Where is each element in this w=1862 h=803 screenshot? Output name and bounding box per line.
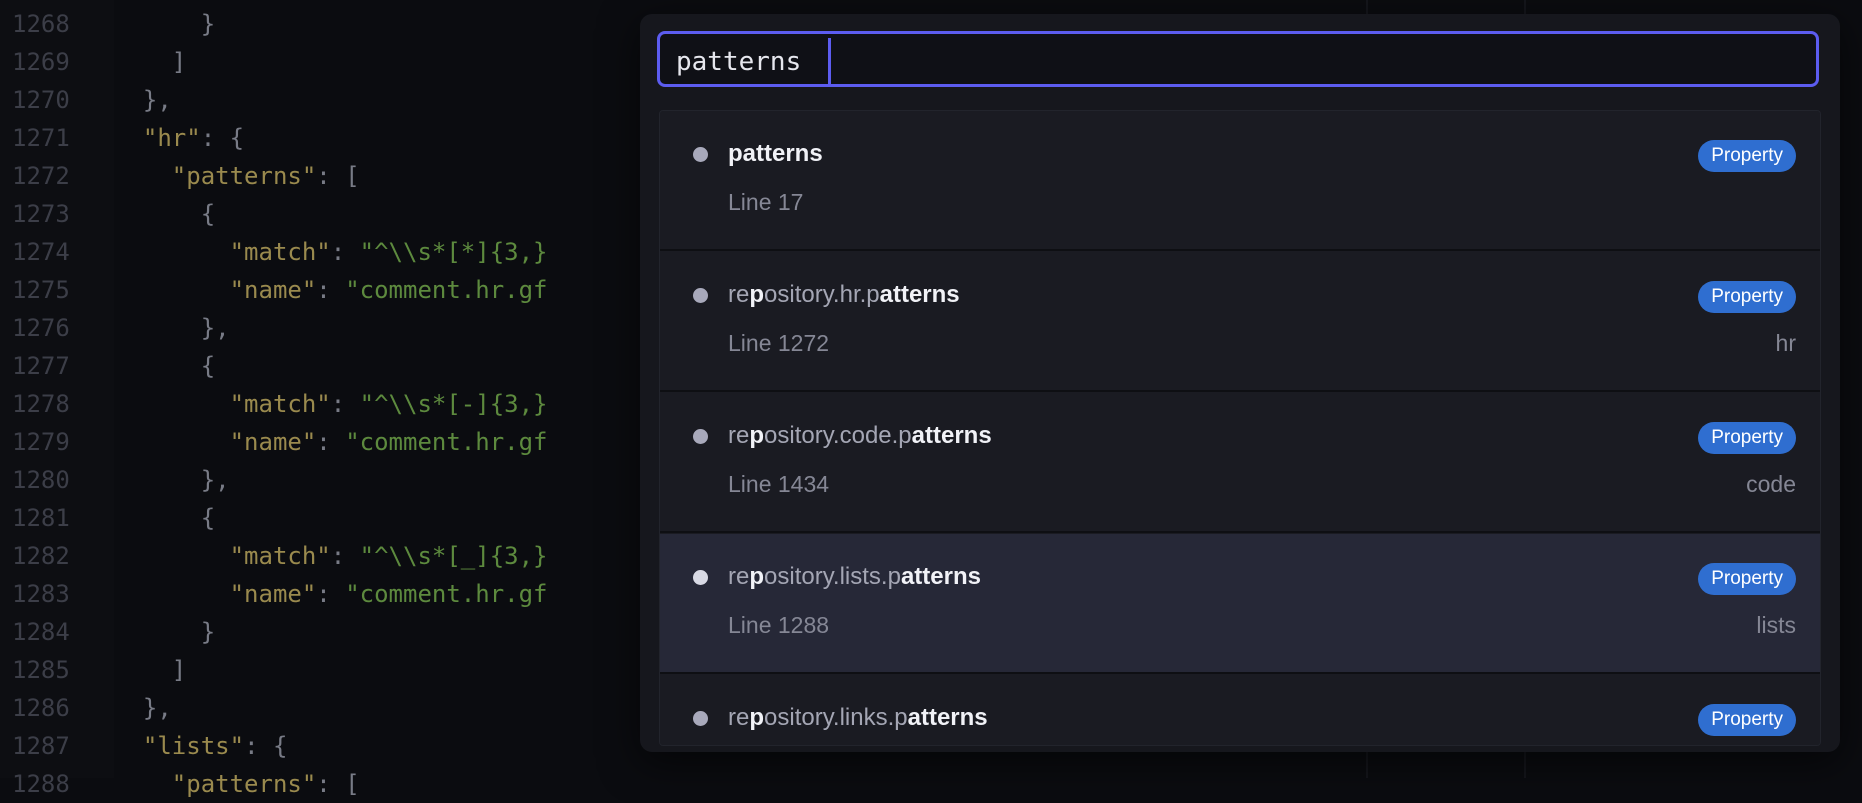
code-line[interactable]: {	[114, 499, 215, 537]
line-number: 1268	[12, 10, 70, 38]
line-number: 1270	[12, 86, 70, 114]
code-line[interactable]: "match": "^\\s*[_]{3,}	[114, 537, 548, 575]
code-line[interactable]: ]	[114, 651, 186, 689]
line-number: 1280	[12, 466, 70, 494]
result-item[interactable]: repository.links.patterns Property	[660, 675, 1820, 745]
result-scope: lists	[1756, 612, 1796, 638]
quick-open-palette: patterns Property Line 17 repository.hr.pat…	[640, 14, 1840, 752]
symbol-dot-icon	[693, 429, 708, 444]
code-line[interactable]: },	[114, 689, 172, 727]
line-number: 1284	[12, 618, 70, 646]
search-box[interactable]	[657, 31, 1819, 87]
code-line[interactable]: }	[114, 613, 215, 651]
code-line[interactable]: ]	[114, 43, 186, 81]
kind-badge: Property	[1698, 140, 1796, 172]
text-caret	[828, 38, 831, 84]
line-number: 1273	[12, 200, 70, 228]
code-line[interactable]: "lists": {	[114, 727, 288, 765]
line-number: 1281	[12, 504, 70, 532]
line-number: 1285	[12, 656, 70, 684]
line-number: 1286	[12, 694, 70, 722]
kind-badge: Property	[1698, 563, 1796, 595]
result-line-number: Line 1288	[728, 612, 830, 638]
kind-badge: Property	[1698, 281, 1796, 313]
line-number: 1277	[12, 352, 70, 380]
line-number: 1269	[12, 48, 70, 76]
result-item[interactable]: patterns Property Line 17	[660, 111, 1820, 251]
result-title: repository.links.patterns	[728, 704, 988, 731]
symbol-dot-icon	[693, 570, 708, 585]
result-title: repository.code.patterns	[728, 422, 992, 449]
result-item[interactable]: repository.hr.patterns Property Line 1272 h…	[660, 252, 1820, 392]
result-title: patterns	[728, 140, 823, 167]
line-number: 1283	[12, 580, 70, 608]
code-line[interactable]: "match": "^\\s*[-]{3,}	[114, 385, 548, 423]
line-number: 1282	[12, 542, 70, 570]
code-line[interactable]: {	[114, 347, 215, 385]
line-number: 1288	[12, 770, 70, 798]
kind-badge: Property	[1698, 704, 1796, 736]
line-number: 1275	[12, 276, 70, 304]
line-number: 1279	[12, 428, 70, 456]
result-line-number: Line 1434	[728, 471, 830, 497]
code-line[interactable]: },	[114, 309, 230, 347]
result-scope: hr	[1775, 330, 1796, 356]
code-line[interactable]: }	[114, 5, 215, 43]
search-input[interactable]	[676, 42, 1776, 82]
symbol-dot-icon	[693, 147, 708, 162]
code-line[interactable]: {	[114, 195, 215, 233]
results-list[interactable]: patterns Property Line 17 repository.hr.pat…	[659, 110, 1821, 746]
result-item[interactable]: repository.lists.patterns Property Line 12…	[660, 534, 1820, 674]
code-line[interactable]: "patterns": [	[114, 765, 360, 803]
code-line[interactable]: "hr": {	[114, 119, 244, 157]
kind-badge: Property	[1698, 422, 1796, 454]
result-scope: code	[1746, 471, 1796, 497]
code-line[interactable]: "name": "comment.hr.gf	[114, 423, 548, 461]
code-line[interactable]: "patterns": [	[114, 157, 360, 195]
code-line[interactable]: "name": "comment.hr.gf	[114, 271, 548, 309]
result-title: repository.hr.patterns	[728, 281, 960, 308]
code-line[interactable]: },	[114, 81, 172, 119]
code-line[interactable]: "match": "^\\s*[*]{3,}	[114, 233, 548, 271]
line-number: 1274	[12, 238, 70, 266]
line-number: 1271	[12, 124, 70, 152]
result-line-number: Line 1272	[728, 330, 830, 356]
line-number: 1276	[12, 314, 70, 342]
symbol-dot-icon	[693, 288, 708, 303]
line-number: 1287	[12, 732, 70, 760]
result-title: repository.lists.patterns	[728, 563, 981, 590]
symbol-dot-icon	[693, 711, 708, 726]
line-number: 1278	[12, 390, 70, 418]
line-number: 1272	[12, 162, 70, 190]
result-line-number: Line 17	[728, 189, 804, 215]
code-line[interactable]: },	[114, 461, 230, 499]
result-item[interactable]: repository.code.patterns Property Line 143…	[660, 393, 1820, 533]
code-line[interactable]: "name": "comment.hr.gf	[114, 575, 548, 613]
